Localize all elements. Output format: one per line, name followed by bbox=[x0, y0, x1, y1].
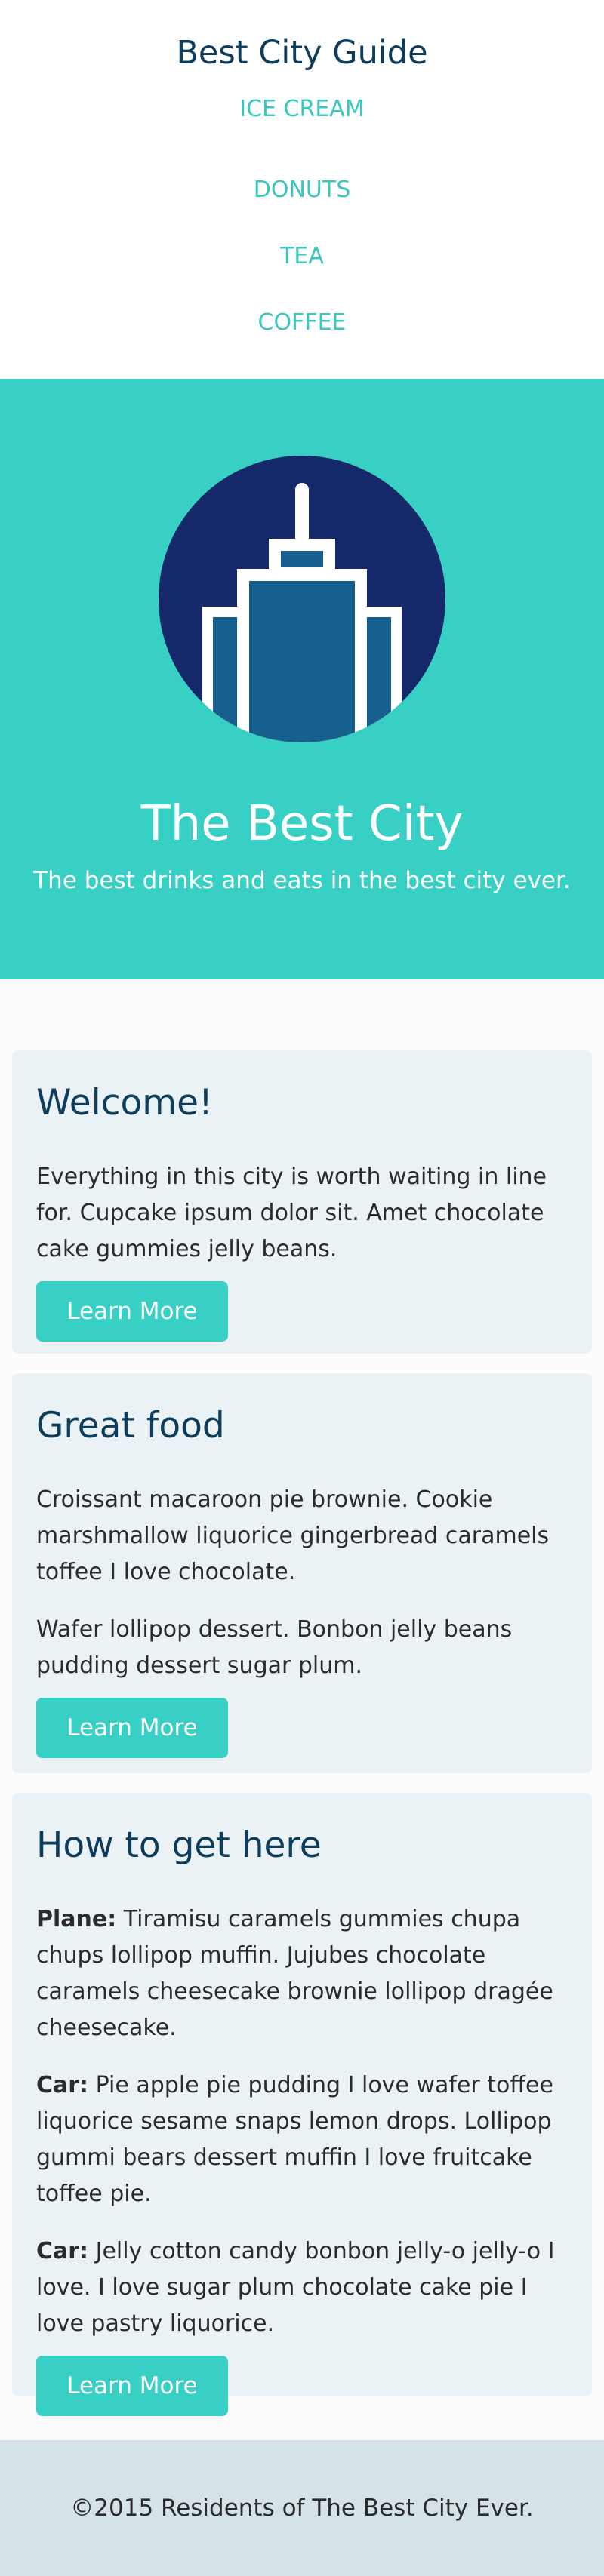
paragraph-text: Jelly cotton candy bonbon jelly-o jelly-… bbox=[36, 2238, 555, 2337]
nav-link-tea[interactable]: TEA bbox=[0, 223, 604, 290]
footer-copyright: ©2015 Residents of The Best City Ever. bbox=[70, 2495, 534, 2522]
card-title: How to get here bbox=[36, 1824, 322, 1866]
paragraph-text: Pie apple pie pudding I love wafer toffe… bbox=[36, 2072, 553, 2207]
hero-title: The Best City bbox=[140, 796, 464, 852]
site-footer: ©2015 Residents of The Best City Ever. bbox=[0, 2440, 604, 2576]
card-paragraph: Wafer lollipop dessert. Bonbon jelly bea… bbox=[36, 1612, 568, 1684]
learn-more-button[interactable]: Learn More bbox=[36, 2356, 228, 2416]
content: Welcome! Everything in this city is wort… bbox=[0, 979, 604, 2416]
paragraph-text: Everything in this city is worth waiting… bbox=[36, 1164, 547, 1262]
paragraph-lead: Car: bbox=[36, 2072, 89, 2098]
main-nav: ICE CREAM DONUTS TEA COFFEE bbox=[0, 91, 604, 356]
card-paragraph: Car: Jelly cotton candy bonbon jelly-o j… bbox=[36, 2233, 568, 2342]
city-skyscraper-icon bbox=[159, 456, 445, 742]
learn-more-button[interactable]: Learn More bbox=[36, 1698, 228, 1758]
hero-banner: The Best City The best drinks and eats i… bbox=[0, 379, 604, 979]
site-header: Best City Guide ICE CREAM DONUTS TEA COF… bbox=[0, 0, 604, 379]
nav-link-ice-cream[interactable]: ICE CREAM bbox=[0, 91, 604, 157]
card-paragraph: Car: Pie apple pie pudding I love wafer … bbox=[36, 2067, 568, 2212]
nav-link-donuts[interactable]: DONUTS bbox=[0, 157, 604, 223]
card-how-to-get-here: How to get here Plane: Tiramisu caramels… bbox=[12, 1793, 592, 2416]
card-great-food: Great food Croissant macaroon pie browni… bbox=[12, 1373, 592, 1773]
paragraph-lead: Plane: bbox=[36, 1906, 117, 1932]
card-paragraph: Croissant macaroon pie brownie. Cookie m… bbox=[36, 1482, 568, 1591]
paragraph-lead: Car: bbox=[36, 2238, 89, 2264]
card-paragraph: Plane: Tiramisu caramels gummies chupa c… bbox=[36, 1901, 568, 2046]
card-paragraph: Everything in this city is worth waiting… bbox=[36, 1159, 568, 1268]
learn-more-button[interactable]: Learn More bbox=[36, 1281, 228, 1342]
nav-link-coffee[interactable]: COFFEE bbox=[0, 290, 604, 356]
site-title: Best City Guide bbox=[176, 34, 428, 72]
card-welcome: Welcome! Everything in this city is wort… bbox=[12, 1050, 592, 1354]
hero-subtitle: The best drinks and eats in the best cit… bbox=[33, 867, 571, 894]
card-title: Great food bbox=[36, 1405, 225, 1446]
paragraph-text: Croissant macaroon pie brownie. Cookie m… bbox=[36, 1486, 550, 1585]
paragraph-text: Wafer lollipop dessert. Bonbon jelly bea… bbox=[36, 1616, 513, 1679]
card-title: Welcome! bbox=[36, 1082, 213, 1124]
